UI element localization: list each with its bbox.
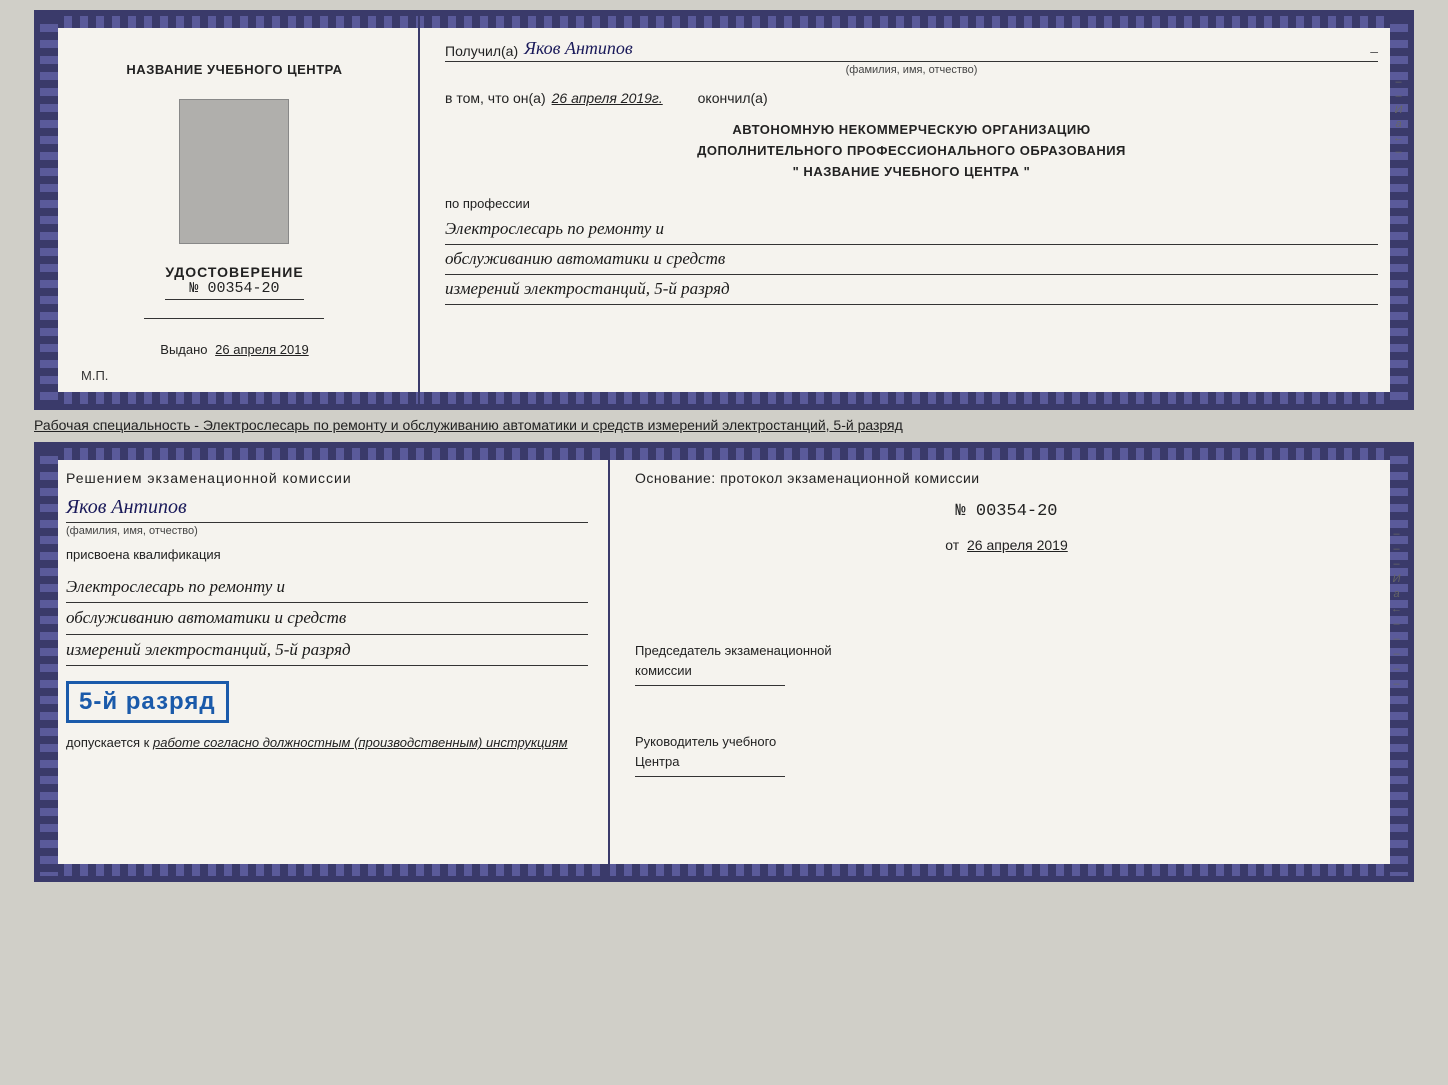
- side-text-i2: –: [1395, 90, 1401, 102]
- rukovoditel-line1: Руководитель учебного: [635, 732, 1378, 752]
- ot-date-section: от 26 апреля 2019: [635, 537, 1378, 553]
- po-professii-label: по профессии: [445, 196, 1378, 211]
- predsedatel-line2: комиссии: [635, 661, 1378, 681]
- receiver-section: Получил(а) Яков Антипов – (фамилия, имя,…: [445, 38, 1378, 76]
- mp-label: М.П.: [81, 368, 108, 383]
- poluchil-label: Получил(а): [445, 43, 518, 59]
- org-block-right: АВТОНОМНУЮ НЕКОММЕРЧЕСКУЮ ОРГАНИЗАЦИЮ ДО…: [445, 120, 1378, 182]
- receiver-name: Яков Антипов: [524, 38, 633, 59]
- rukovoditel-block: Руководитель учебного Центра: [635, 732, 1378, 779]
- side-text-dash1: –: [1395, 146, 1401, 158]
- bottom-side-dash1: –: [1393, 528, 1399, 540]
- side-text-ito: И: [1395, 104, 1403, 116]
- bottom-name-value: Яков Антипов: [66, 496, 588, 523]
- bottom-side-arrow: ←: [1391, 603, 1402, 615]
- vtom-date: 26 апреля 2019г.: [552, 90, 692, 106]
- rukovoditel-signature: [635, 776, 785, 777]
- rukovoditel-line2: Центра: [635, 752, 1378, 772]
- udostoverenie-block: УДОСТОВЕРЕНИЕ № 00354-20: [165, 264, 303, 300]
- specialty-line1: Электрослесарь по ремонту и: [445, 215, 1378, 245]
- osnovanie-label: Основание: протокол экзаменационной коми…: [635, 470, 1378, 486]
- side-text-arrow: ←: [1393, 132, 1404, 144]
- org-line2: ДОПОЛНИТЕЛЬНОГО ПРОФЕССИОНАЛЬНОГО ОБРАЗО…: [445, 141, 1378, 162]
- bottom-specialty-line2: обслуживанию автоматики и средств: [66, 603, 588, 635]
- po-professii-section: по профессии Электрослесарь по ремонту и…: [445, 196, 1378, 305]
- vtom-section: в том, что он(а) 26 апреля 2019г. окончи…: [445, 90, 1378, 106]
- bottom-specialty-line1: Электрослесарь по ремонту и: [66, 572, 588, 604]
- vydano-label: Выдано: [160, 342, 207, 357]
- side-text-i: –: [1395, 76, 1401, 88]
- specialty-line3: измерений электростанций, 5-й разряд: [445, 275, 1378, 305]
- bottom-name-section: Яков Антипов (фамилия, имя, отчество): [66, 496, 588, 537]
- reshenie-label: Решением экзаменационной комиссии: [66, 470, 588, 486]
- okonchil-label: окончил(а): [698, 90, 768, 106]
- bottom-specialty-line3: измерений электростанций, 5-й разряд: [66, 635, 588, 667]
- prisvoena-label: присвоена квалификация: [66, 547, 588, 562]
- bottom-left-panel: Решением экзаменационной комиссии Яков А…: [40, 448, 610, 876]
- ot-label: от: [945, 537, 959, 553]
- bottom-side-i: И: [1393, 573, 1401, 585]
- fio-subtitle: (фамилия, имя, отчество): [445, 64, 1378, 76]
- protocol-number: № 00354-20: [635, 502, 1378, 521]
- razryad-badge: 5-й разряд: [66, 681, 229, 723]
- bottom-diploma-card: Решением экзаменационной комиссии Яков А…: [34, 442, 1414, 882]
- vtom-label: в том, что он(а): [445, 90, 546, 106]
- org-name-left: НАЗВАНИЕ УЧЕБНОГО ЦЕНТРА: [126, 61, 342, 79]
- vydano-date: 26 апреля 2019: [215, 342, 309, 357]
- predsedatel-block: Председатель экзаменационной комиссии: [635, 641, 1378, 688]
- specialty-line2: обслуживанию автоматики и средств: [445, 245, 1378, 275]
- bottom-fio-sub: (фамилия, имя, отчество): [66, 525, 588, 537]
- bottom-side-d7: –: [1393, 663, 1399, 675]
- bottom-side-dash3: –: [1393, 558, 1399, 570]
- separator-text: Рабочая специальность - Электрослесарь п…: [34, 410, 1414, 442]
- dopuskaetsya-prefix: допускается к: [66, 735, 149, 750]
- org-line1: АВТОНОМНУЮ НЕКОММЕРЧЕСКУЮ ОРГАНИЗАЦИЮ: [445, 120, 1378, 141]
- bottom-specialty-section: Электрослесарь по ремонту и обслуживанию…: [66, 572, 588, 667]
- dopuskaetsya-section: допускается к работе согласно должностны…: [66, 733, 588, 753]
- photo-placeholder: [179, 99, 289, 244]
- bottom-side-d5: –: [1393, 633, 1399, 645]
- predsedatel-signature: [635, 685, 785, 686]
- ot-date: 26 апреля 2019: [967, 537, 1068, 553]
- bottom-side-d4: –: [1393, 618, 1399, 630]
- predsedatel-line1: Председатель экзаменационной: [635, 641, 1378, 661]
- razryad-badge-wrapper: 5-й разряд: [66, 676, 588, 723]
- diploma-right-panel: Получил(а) Яков Антипов – (фамилия, имя,…: [420, 16, 1408, 404]
- bottom-side-dash2: –: [1393, 543, 1399, 555]
- vydano-line: Выдано 26 апреля 2019: [160, 342, 308, 357]
- bottom-side-a: а: [1393, 588, 1399, 600]
- side-text-a: а: [1395, 118, 1401, 130]
- bottom-right-panel: Основание: протокол экзаменационной коми…: [610, 448, 1408, 876]
- udostoverenie-title: УДОСТОВЕРЕНИЕ: [165, 264, 303, 280]
- org-line3: " НАЗВАНИЕ УЧЕБНОГО ЦЕНТРА ": [445, 162, 1378, 183]
- diploma-left-panel: НАЗВАНИЕ УЧЕБНОГО ЦЕНТРА УДОСТОВЕРЕНИЕ №…: [40, 16, 420, 404]
- bottom-side-d8: –: [1393, 678, 1399, 690]
- top-diploma-card: НАЗВАНИЕ УЧЕБНОГО ЦЕНТРА УДОСТОВЕРЕНИЕ №…: [34, 10, 1414, 410]
- udostoverenie-number: № 00354-20: [165, 280, 303, 300]
- bottom-side-d6: –: [1393, 648, 1399, 660]
- dopuskaetsya-text: работе согласно должностным (производств…: [153, 735, 568, 750]
